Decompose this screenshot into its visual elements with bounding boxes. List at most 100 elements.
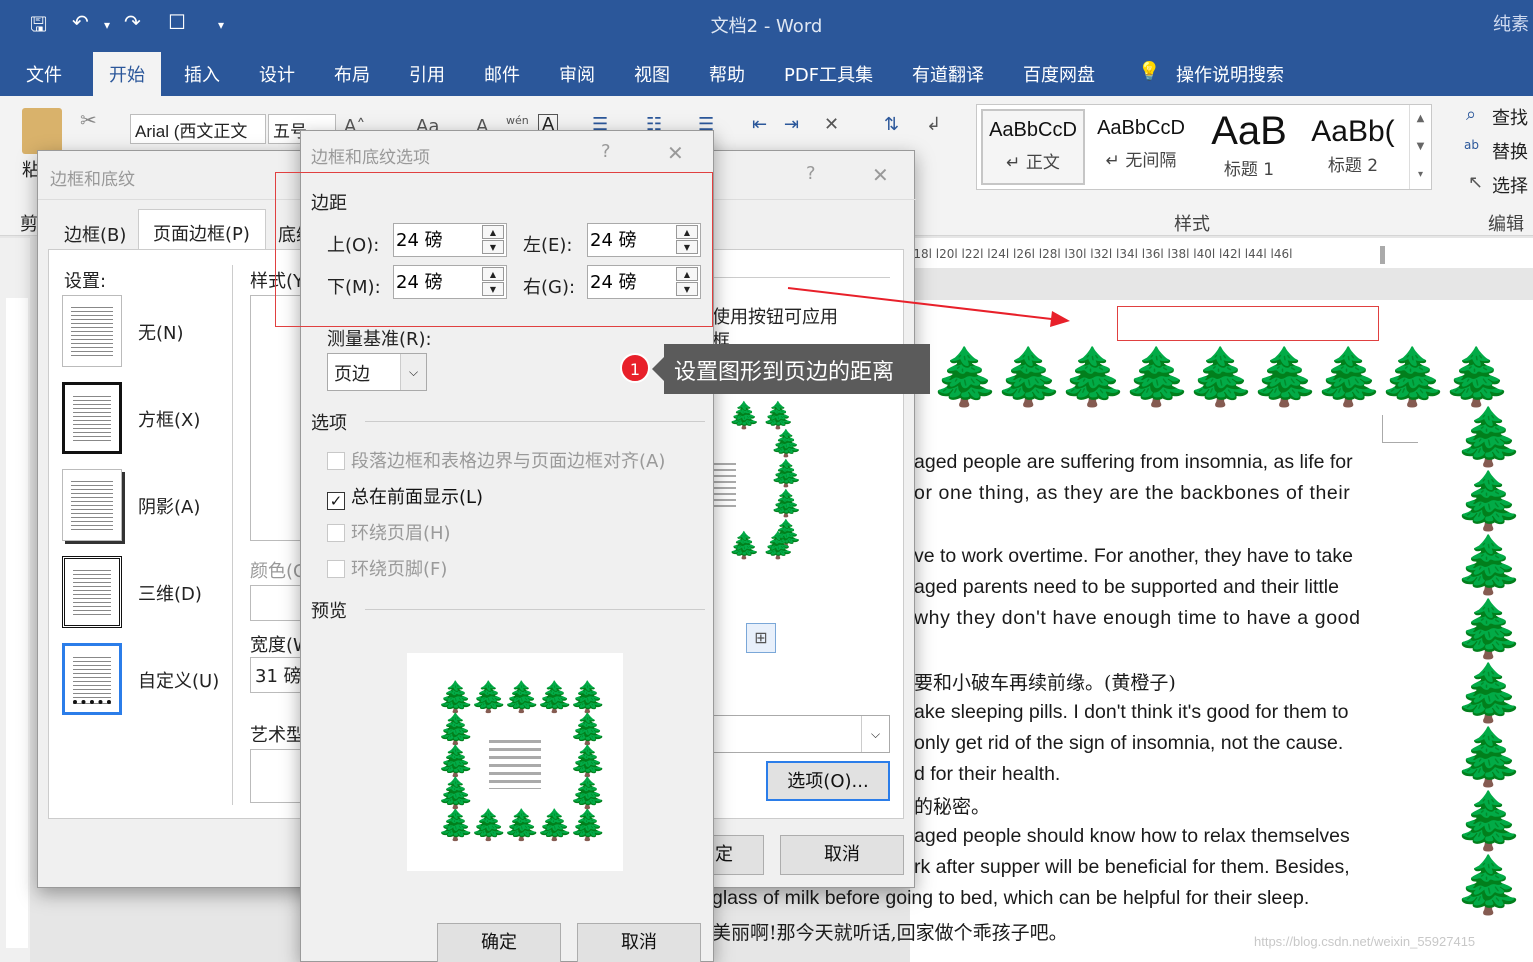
tree-border-icon: 🌲	[437, 680, 475, 715]
tab-review[interactable]: 审阅	[559, 61, 595, 87]
tree-border-icon: 🌲	[1454, 661, 1524, 726]
cancel-button[interactable]: 取消	[577, 923, 701, 962]
tree-border-icon: 🌲	[930, 345, 1000, 410]
style-heading-2[interactable]: AaBb( 标题 2	[1303, 109, 1403, 185]
close-icon[interactable]: ✕	[872, 163, 889, 187]
tab-home[interactable]: 开始	[93, 52, 161, 96]
settings-label: 设置:	[64, 271, 107, 292]
apply-to-select[interactable]: ⌵	[712, 715, 890, 753]
replace-button[interactable]: 替换	[1492, 138, 1528, 164]
tell-me-search[interactable]: 操作说明搜索	[1176, 61, 1284, 87]
tab-baidu[interactable]: 百度网盘	[1023, 61, 1095, 87]
preview-group-label: 预览	[311, 601, 347, 622]
tree-border-icon: 🌲	[437, 744, 475, 779]
always-in-front-checkbox[interactable]: ✓ 总在前面显示(L)	[327, 483, 483, 510]
watermark: https://blog.csdn.net/weixin_55927415	[1254, 934, 1476, 949]
setting-shadow[interactable]: 阴影(A)	[62, 469, 242, 541]
setting-label: 无(N)	[138, 323, 184, 344]
style-sample: AaBbCcD	[989, 119, 1077, 141]
tab-file[interactable]: 文件	[26, 61, 62, 87]
vertical-ruler[interactable]	[0, 238, 30, 962]
cut-icon[interactable]: ✂	[80, 108, 97, 132]
font-name-box[interactable]: Arial (西文正文	[130, 114, 266, 144]
setting-shadow-icon	[62, 469, 122, 541]
tab-pdf-tools[interactable]: PDF工具集	[784, 61, 873, 87]
doc-line: aged parents need to be supported and th…	[914, 576, 1339, 598]
tab-layout[interactable]: 布局	[334, 61, 370, 87]
annotation-callout: 设置图形到页边的距离	[652, 344, 930, 394]
tree-border-icon: 🌲	[536, 680, 574, 715]
options-group-label: 选项	[311, 413, 347, 434]
tab-borders[interactable]: 边框(B)	[64, 221, 126, 247]
tree-border-icon: 🌲	[1454, 853, 1524, 918]
tree-border-icon: 🌲	[1454, 789, 1524, 854]
phonetic-guide-icon[interactable]: wén	[506, 114, 529, 127]
find-button[interactable]: 查找	[1492, 104, 1528, 130]
tab-help[interactable]: 帮助	[709, 61, 745, 87]
tree-border-icon: 🌲	[1454, 533, 1524, 598]
doc-line: aged people should know how to relax the…	[914, 825, 1350, 847]
find-icon[interactable]: ⌕	[1466, 104, 1476, 125]
chinese-layout-icon[interactable]: ✕	[824, 114, 839, 135]
style-normal[interactable]: AaBbCcD ↵ 正文	[981, 109, 1085, 185]
paste-icon[interactable]	[22, 108, 62, 154]
doc-line: only get rid of the sign of insomnia, no…	[914, 732, 1344, 754]
tree-border-icon: 🌲	[569, 680, 607, 715]
style-sample: AaBb(	[1311, 115, 1395, 148]
tree-border-icon: 🌲	[1186, 345, 1256, 410]
apply-to-button[interactable]: ⊞	[746, 623, 776, 653]
setting-box[interactable]: 方框(X)	[62, 382, 242, 454]
help-icon[interactable]: ?	[806, 163, 816, 184]
measure-select[interactable]: 页边 ⌵	[327, 353, 427, 391]
checkbox-box	[327, 524, 345, 542]
setting-label: 方框(X)	[138, 410, 201, 431]
tab-youdao[interactable]: 有道翻译	[912, 61, 984, 87]
ruler-margin-marker[interactable]	[1380, 246, 1385, 264]
show-marks-icon[interactable]: ↲	[926, 114, 941, 135]
window-title: 文档2 - Word	[710, 16, 823, 37]
tab-page-border-label: 页面边框(P)	[153, 224, 250, 245]
setting-3d[interactable]: 三维(D)	[62, 556, 242, 628]
editing-group-label: 编辑	[1488, 214, 1524, 235]
dialog-title: 边框和底纹选项	[311, 148, 430, 168]
tab-references[interactable]: 引用	[409, 61, 445, 87]
align-paragraph-checkbox[interactable]: 段落边框和表格边界与页面边框对齐(A)	[327, 447, 665, 473]
checkbox-label: 环绕页眉(H)	[351, 523, 451, 544]
setting-custom[interactable]: 自定义(U)	[62, 643, 242, 715]
options-button[interactable]: 选项(O)...	[766, 761, 890, 801]
gallery-scroll[interactable]: ▲ ▼ ▾	[1409, 105, 1431, 189]
ok-button[interactable]: 确定	[437, 923, 561, 962]
close-icon[interactable]: ✕	[667, 141, 684, 165]
tree-border-icon: 🌲	[994, 345, 1064, 410]
tree-border-icon: 🌲	[569, 712, 607, 747]
select-button[interactable]: 选择	[1492, 172, 1528, 198]
select-icon[interactable]: ↖	[1468, 172, 1483, 193]
tab-mailings[interactable]: 邮件	[484, 61, 520, 87]
tree-border-icon: 🌲	[1454, 405, 1524, 470]
increase-indent-icon[interactable]: ⇥	[784, 114, 799, 135]
sort-icon[interactable]: ⇅	[884, 114, 899, 135]
cancel-button[interactable]: 取消	[780, 835, 904, 875]
surround-header-checkbox[interactable]: 环绕页眉(H)	[327, 519, 451, 545]
setting-none[interactable]: 无(N)	[62, 295, 242, 367]
style-no-spacing[interactable]: AaBbCcD ↵ 无间隔	[1089, 109, 1193, 185]
tree-border-icon: 🌲	[1454, 469, 1524, 534]
tree-border-icon: 🌲	[470, 808, 508, 843]
replace-icon[interactable]: ab	[1464, 138, 1479, 152]
checkbox-box	[327, 560, 345, 578]
tree-border-icon: 🌲	[1058, 345, 1128, 410]
tab-design[interactable]: 设计	[259, 61, 295, 87]
tab-page-border[interactable]: 页面边框(P)	[138, 209, 266, 249]
tab-insert[interactable]: 插入	[184, 61, 220, 87]
title-bar: 🖫 ↶ ▾ ↷ ☐ ▾ 文档2 - Word 纯素	[0, 0, 1533, 48]
styles-gallery: AaBbCcD ↵ 正文 AaBbCcD ↵ 无间隔 AaB 标题 1 AaBb…	[976, 104, 1432, 190]
help-icon[interactable]: ?	[601, 141, 611, 162]
tree-border-icon: 🌲	[762, 401, 795, 431]
surround-footer-checkbox[interactable]: 环绕页脚(F)	[327, 555, 447, 581]
checkbox-label: 段落边框和表格边界与页面边框对齐(A)	[351, 451, 666, 472]
tab-view[interactable]: 视图	[634, 61, 670, 87]
decrease-indent-icon[interactable]: ⇤	[752, 114, 767, 135]
style-heading-1[interactable]: AaB 标题 1	[1197, 109, 1301, 185]
style-name: ↵ 无间隔	[1105, 151, 1177, 171]
horizontal-ruler[interactable]: l18l l20l l22l l24l l26l l28l l30l l32l …	[910, 238, 1533, 268]
